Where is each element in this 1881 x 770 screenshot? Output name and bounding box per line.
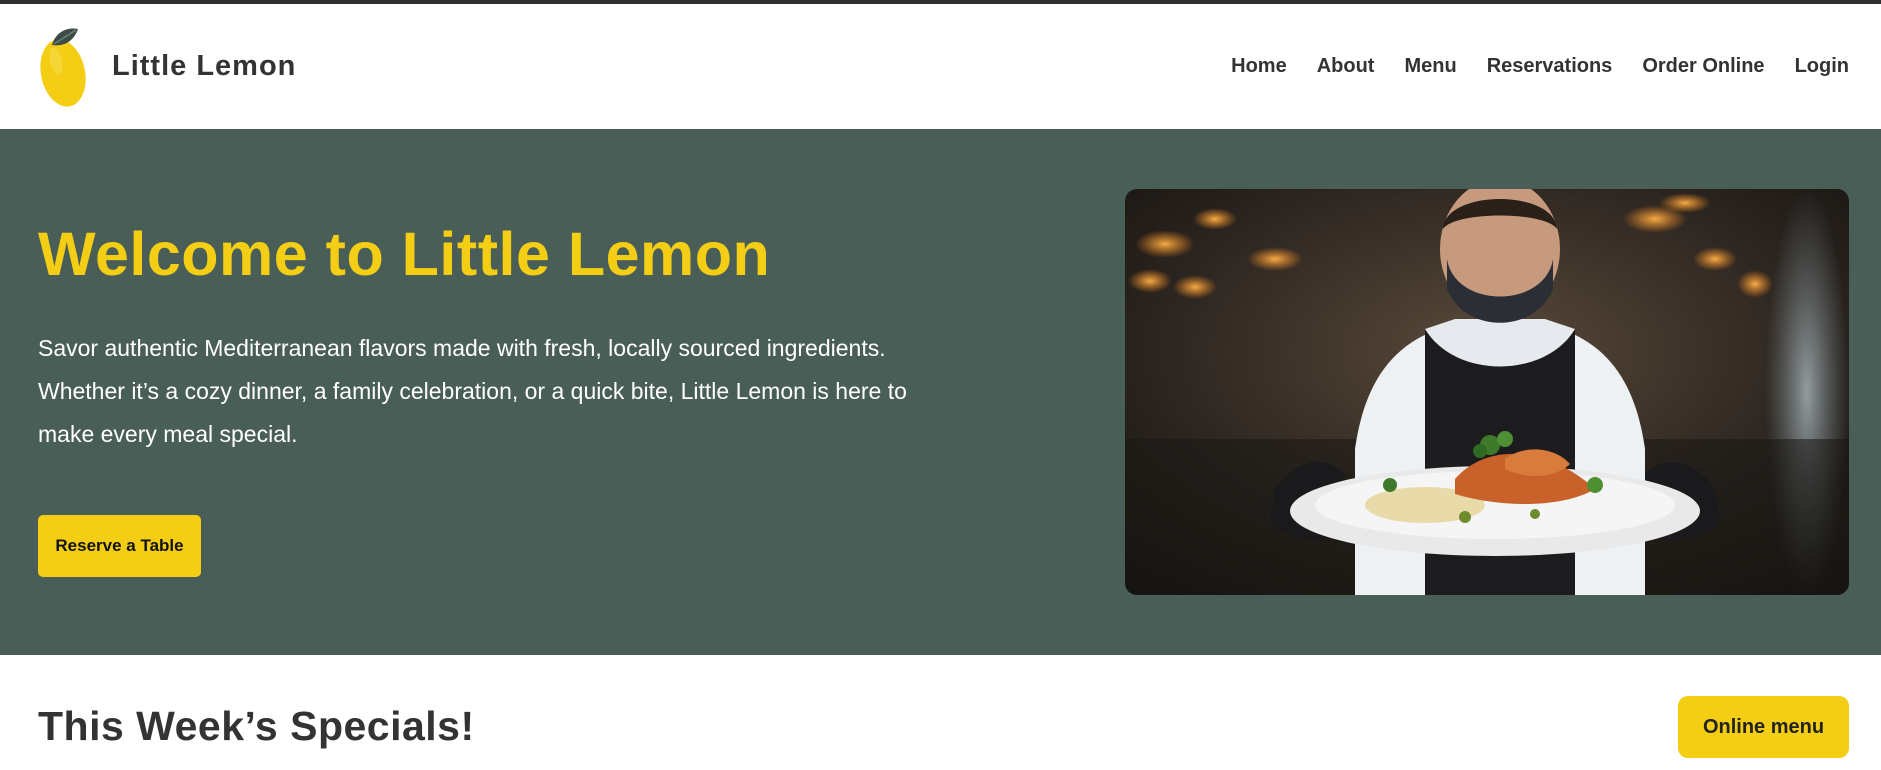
hero-description: Savor authentic Mediterranean flavors ma…	[38, 335, 907, 447]
nav-reservations[interactable]: Reservations	[1487, 55, 1613, 78]
specials-section: This Week’s Specials! Online menu	[0, 655, 1881, 770]
lemon-icon	[40, 28, 86, 107]
main-nav: Home About Menu Reservations Order Onlin…	[1231, 55, 1849, 78]
nav-order-online[interactable]: Order Online	[1642, 55, 1764, 78]
online-menu-button[interactable]: Online menu	[1678, 696, 1849, 758]
nav-home[interactable]: Home	[1231, 55, 1287, 78]
nav-about[interactable]: About	[1317, 55, 1375, 78]
hero-title: Welcome to Little Lemon	[38, 220, 771, 288]
site-header: Little Lemon Home About Menu Reservation…	[0, 4, 1881, 129]
specials-title: This Week’s Specials!	[38, 703, 475, 749]
hero-section: Welcome to Little Lemon Savor authentic …	[0, 129, 1881, 655]
nav-login[interactable]: Login	[1795, 55, 1849, 78]
brand-name: Little Lemon	[112, 50, 297, 82]
nav-menu[interactable]: Menu	[1404, 55, 1456, 78]
reserve-table-button[interactable]: Reserve a Table	[38, 515, 201, 577]
brand[interactable]: Little Lemon	[36, 23, 296, 111]
chef-serving-plate-photo	[1125, 189, 1849, 595]
